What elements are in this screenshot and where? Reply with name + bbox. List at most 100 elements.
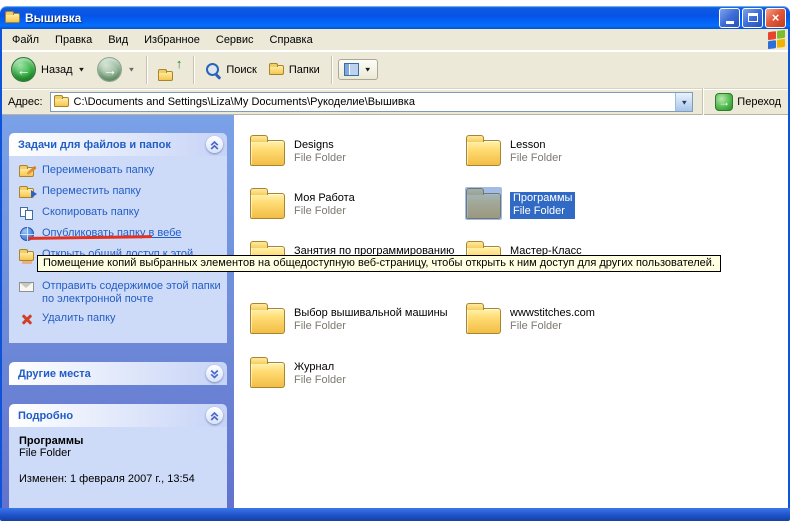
email-icon [19, 280, 36, 295]
up-folder-icon: ↑ [158, 59, 182, 81]
address-value: C:\Documents and Settings\Liza\My Docume… [74, 96, 671, 108]
back-dropdown-icon[interactable]: ▼ [78, 66, 86, 73]
file-type: File Folder [510, 205, 575, 218]
folder-icon [466, 140, 501, 166]
task-label: Переместить папку [42, 185, 141, 198]
address-folder-icon [54, 97, 69, 107]
task-label: Отправить содержимое этой папки по элект… [42, 280, 223, 306]
folder-icon [250, 140, 285, 166]
toolbar-separator [331, 56, 332, 84]
views-icon [344, 63, 359, 76]
details-panel: Подробно Программы File Folder Изменен: … [9, 404, 227, 508]
task-copy-folder[interactable]: Скопировать папку [19, 206, 223, 221]
file-tile-zhurnal[interactable]: ЖурналFile Folder [250, 355, 455, 388]
details-header[interactable]: Подробно [9, 404, 227, 427]
file-name: Моя Работа [294, 192, 355, 205]
file-tile-vybor-mashiny[interactable]: Выбор вышивальной машиныFile Folder [250, 301, 455, 334]
menu-view[interactable]: Вид [100, 31, 136, 49]
task-rename-folder[interactable]: Переименовать папку [19, 164, 223, 179]
other-places-header[interactable]: Другие места [9, 362, 227, 385]
menu-edit[interactable]: Правка [47, 31, 100, 49]
back-button[interactable]: ← Назад ▼ [6, 54, 90, 85]
address-separator [702, 88, 703, 116]
search-button[interactable]: Поиск [200, 59, 261, 81]
minimize-button[interactable] [719, 8, 740, 28]
file-name: wwwstitches.com [510, 307, 595, 320]
up-button[interactable]: ↑ [153, 56, 187, 84]
folder-icon [466, 193, 501, 219]
task-email-folder[interactable]: Отправить содержимое этой папки по элект… [19, 280, 223, 306]
folder-icon [250, 362, 285, 388]
task-publish-folder[interactable]: Опубликовать папку в вебе [19, 227, 223, 242]
collapse-button[interactable] [206, 136, 223, 153]
content-area: Задачи для файлов и папок Переименовать … [2, 115, 788, 508]
forward-button[interactable]: → ▼ [92, 54, 140, 85]
menubar: Файл Правка Вид Избранное Сервис Справка [2, 29, 788, 51]
file-tile-moya-rabota[interactable]: Моя РаботаFile Folder [250, 186, 455, 219]
task-delete-folder[interactable]: Удалить папку [19, 312, 223, 327]
file-type: File Folder [294, 320, 448, 333]
file-tile-lesson[interactable]: LessonFile Folder [466, 133, 671, 166]
close-button[interactable]: × [765, 8, 786, 28]
task-label: Скопировать папку [42, 206, 139, 219]
file-tile-wwwstitches[interactable]: wwwstitches.comFile Folder [466, 301, 671, 334]
folders-button[interactable]: Папки [264, 61, 325, 79]
file-type: File Folder [294, 152, 346, 165]
chevron-down-icon [206, 365, 223, 382]
chevron-up-icon [206, 407, 223, 424]
forward-dropdown-icon[interactable]: ▼ [127, 66, 135, 73]
file-type: File Folder [510, 320, 595, 333]
toolbar-separator [193, 56, 194, 84]
delete-icon [19, 312, 36, 327]
titlebar[interactable]: Вышивка × [0, 6, 790, 29]
expand-button[interactable] [206, 365, 223, 382]
menu-favorites[interactable]: Избранное [136, 31, 208, 49]
folder-icon [250, 308, 285, 334]
file-name: Программы [510, 192, 575, 205]
views-button[interactable]: ▼ [338, 59, 378, 80]
search-icon [205, 62, 221, 78]
other-places-title: Другие места [18, 368, 91, 380]
collapse-button[interactable] [206, 407, 223, 424]
address-bar: Адрес: C:\Documents and Settings\Liza\My… [2, 89, 788, 115]
back-label: Назад [41, 64, 73, 76]
task-move-folder[interactable]: Переместить папку [19, 185, 223, 200]
menu-tools[interactable]: Сервис [208, 31, 262, 49]
rename-folder-icon [19, 164, 36, 179]
go-icon: → [715, 93, 733, 111]
go-button[interactable]: → Переход [712, 93, 784, 111]
address-input[interactable]: C:\Documents and Settings\Liza\My Docume… [50, 92, 694, 112]
window-bottom-border [0, 508, 790, 521]
file-list-area: DesignsFile Folder LessonFile Folder Моя… [234, 115, 788, 508]
up-folder-glyph [158, 71, 173, 81]
task-label: Удалить папку [42, 312, 116, 325]
file-name: Lesson [510, 139, 562, 152]
file-name: Выбор вышивальной машины [294, 307, 448, 320]
window-title: Вышивка [25, 11, 717, 25]
maximize-button[interactable] [742, 8, 763, 28]
folder-icon [250, 193, 285, 219]
address-dropdown-button[interactable]: ▼ [675, 93, 692, 111]
close-icon: × [772, 11, 780, 24]
file-tile-programmy-selected[interactable]: ПрограммыFile Folder [466, 186, 671, 219]
up-arrow-icon: ↑ [176, 56, 183, 71]
address-label: Адрес: [6, 96, 45, 108]
windows-logo-icon [767, 29, 786, 51]
file-tile-designs[interactable]: DesignsFile Folder [250, 133, 455, 166]
details-type: File Folder [19, 447, 223, 459]
window-folder-icon [5, 13, 20, 23]
folders-label: Папки [289, 64, 320, 76]
maximize-icon [748, 13, 758, 22]
toolbar-separator [146, 56, 147, 84]
copy-folder-icon [19, 206, 36, 221]
search-label: Поиск [226, 64, 256, 76]
menu-file[interactable]: Файл [4, 31, 47, 49]
file-name: Журнал [294, 361, 346, 374]
details-body: Программы File Folder Изменен: 1 февраля… [9, 427, 227, 508]
file-type: File Folder [510, 152, 562, 165]
file-tasks-header[interactable]: Задачи для файлов и папок [9, 133, 227, 156]
move-folder-icon [19, 185, 36, 200]
menu-help[interactable]: Справка [262, 31, 321, 49]
task-label: Переименовать папку [42, 164, 154, 177]
toolbar: ← Назад ▼ → ▼ ↑ Поиск Пап [2, 51, 788, 89]
